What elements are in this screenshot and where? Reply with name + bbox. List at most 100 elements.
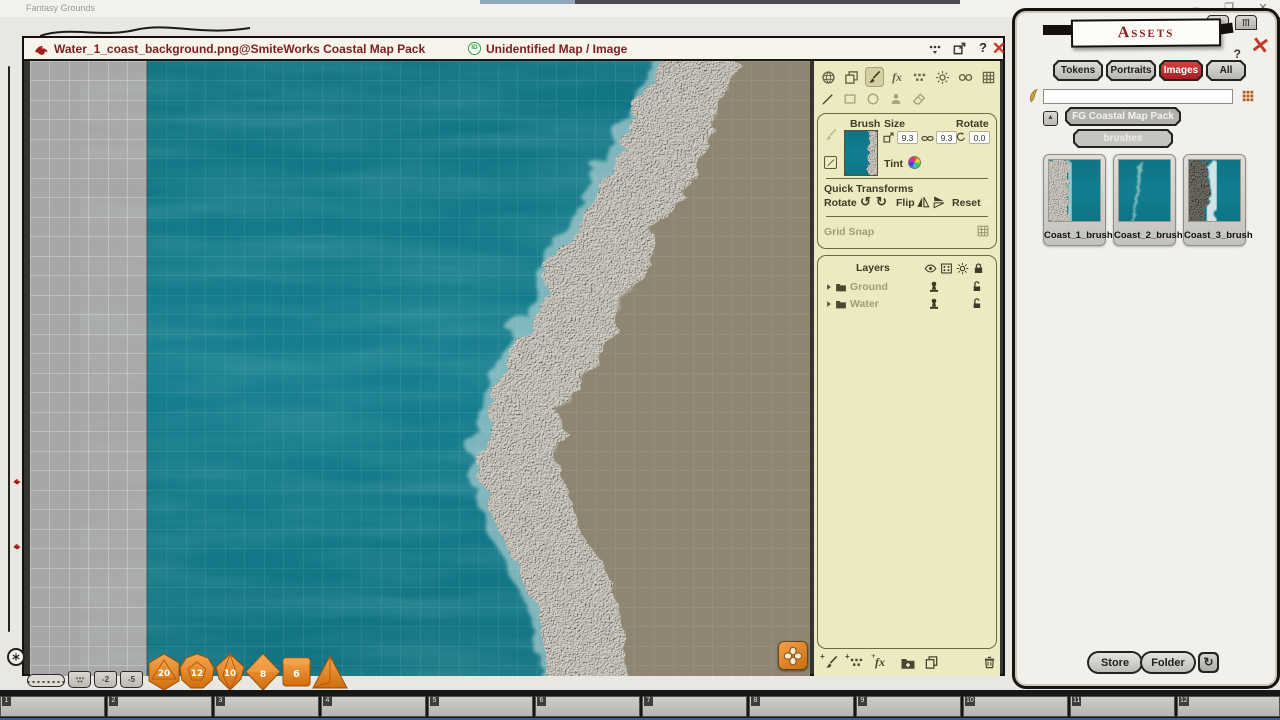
refresh-assets-button[interactable]: ↻ — [1198, 652, 1219, 673]
asset-coast-2-brush[interactable]: Coast_2_brush — [1113, 154, 1176, 246]
flip-vertical-button[interactable] — [932, 195, 946, 209]
tab-tokens[interactable]: Tokens — [1053, 60, 1103, 81]
hotkey-slot[interactable]: 3 — [214, 696, 319, 717]
hotkey-slot[interactable]: 8 — [749, 696, 854, 717]
hotkey-slot[interactable]: 4 — [321, 696, 426, 717]
tab-images[interactable]: Images — [1159, 60, 1203, 81]
expand-chevron-icon[interactable] — [824, 282, 834, 292]
effects-mode-button[interactable]: fx — [888, 67, 907, 87]
brush-tool-icon[interactable] — [824, 128, 838, 142]
brush-size-height-input[interactable] — [936, 131, 957, 144]
module-tab-button[interactable] — [1235, 15, 1257, 30]
assets-close-button[interactable]: ✕ — [1249, 34, 1270, 58]
tab-all[interactable]: All — [1206, 60, 1246, 81]
popout-icon[interactable] — [952, 41, 970, 59]
d10-die[interactable]: 10 — [216, 654, 244, 690]
layers-mode-button[interactable] — [842, 67, 861, 87]
add-folder-button[interactable] — [900, 655, 916, 671]
lock-icon[interactable] — [972, 262, 985, 275]
tint-color-wheel[interactable] — [908, 156, 921, 169]
mask-mode-button[interactable] — [956, 67, 975, 87]
brush-preview[interactable] — [844, 130, 878, 176]
folder-button[interactable]: Folder — [1140, 651, 1196, 674]
radial-menu-button[interactable] — [7, 648, 25, 666]
freehand-tool-button[interactable] — [818, 91, 835, 107]
grid-mode-button[interactable] — [979, 67, 998, 87]
hotkey-slot[interactable]: 6 — [535, 696, 640, 717]
add-stamp-button[interactable]: + — [849, 655, 864, 670]
add-effect-button[interactable]: +fx — [875, 655, 885, 670]
map-window: Water_1_coast_background.png@SmiteWorks … — [22, 36, 1005, 676]
sidebar-marker-icon[interactable] — [13, 542, 22, 551]
hotkey-slot[interactable]: 5 — [428, 696, 533, 717]
eraser-tool-button[interactable] — [910, 91, 927, 107]
grid-snap-toggle[interactable] — [976, 224, 990, 238]
pack-folder-button[interactable]: FG Coastal Map Pack — [1065, 107, 1181, 126]
lighting-mode-button[interactable] — [933, 67, 952, 87]
d6-die[interactable]: 6 — [283, 658, 310, 686]
unlock-icon[interactable] — [970, 280, 983, 293]
brushes-folder-button[interactable]: brushes — [1073, 129, 1173, 148]
panel-footer-toolbar: + + +fx — [818, 655, 996, 675]
expand-chevron-icon[interactable] — [824, 299, 834, 309]
assets-help-button[interactable]: ? — [1234, 47, 1241, 61]
d4-die[interactable] — [313, 656, 347, 688]
sidebar-marker-icon[interactable] — [13, 477, 22, 486]
link-dimensions-icon[interactable] — [921, 132, 934, 145]
layer-light-icon[interactable] — [956, 262, 969, 275]
hotkey-slot[interactable]: 10 — [963, 696, 1068, 717]
flip-horizontal-button[interactable] — [916, 195, 930, 209]
rotate-icon — [955, 131, 967, 143]
add-brush-button[interactable]: + — [824, 655, 839, 670]
rotate-ccw-button[interactable]: ↺ — [860, 195, 871, 209]
map-close-button[interactable]: ✕ — [990, 40, 1008, 58]
asset-coast-1-brush[interactable]: Coast_1_brush — [1043, 154, 1106, 246]
view-grid-button[interactable] — [1239, 87, 1257, 105]
brush-label: Brush — [850, 118, 880, 130]
modifier-stack[interactable] — [27, 674, 65, 687]
hotkey-slot[interactable]: 9 — [856, 696, 961, 717]
unlock-icon[interactable] — [970, 297, 983, 310]
delete-button[interactable] — [982, 655, 997, 670]
hotkey-slot[interactable]: 1 — [0, 696, 105, 717]
hotkey-bar: 1 2 3 4 5 6 7 8 9 10 11 12 — [0, 690, 1280, 718]
hotkey-slot[interactable]: 11 — [1070, 696, 1175, 717]
d8-die[interactable]: 8 — [246, 654, 280, 690]
tint-label: Tint — [884, 158, 903, 170]
coastal-map-canvas[interactable] — [30, 61, 810, 676]
copy-button[interactable] — [924, 655, 939, 670]
token-tool-button[interactable] — [887, 91, 904, 107]
modifier-slot-button[interactable]: -5 — [120, 671, 143, 688]
store-button[interactable]: Store — [1087, 651, 1143, 674]
layer-image-icon[interactable] — [940, 262, 953, 275]
modifier-slot-button[interactable] — [68, 671, 91, 688]
tokens-mode-button[interactable] — [819, 67, 838, 87]
pattern-mode-button[interactable] — [911, 67, 930, 87]
rotate-cw-button[interactable]: ↻ — [876, 195, 887, 209]
modifier-slot-button[interactable]: -2 — [94, 671, 117, 688]
d20-die[interactable]: 20 — [149, 654, 179, 690]
paint-layer-icon[interactable] — [927, 280, 941, 294]
map-radial-menu-button[interactable] — [778, 641, 808, 670]
asset-search-input[interactable] — [1043, 89, 1233, 104]
asset-thumbnail — [1048, 159, 1101, 222]
layer-row-ground[interactable]: Ground — [822, 280, 994, 295]
collapse-tree-button[interactable]: ▲ — [1043, 111, 1058, 126]
rectangle-tool-button[interactable] — [841, 91, 858, 107]
brush-edit-icon[interactable] — [824, 156, 837, 169]
d12-die[interactable]: 12 — [180, 654, 214, 688]
visibility-icon[interactable] — [924, 262, 937, 275]
paint-layer-icon[interactable] — [927, 297, 941, 311]
hotkey-slot[interactable]: 12 — [1177, 696, 1280, 717]
brush-rotate-input[interactable] — [969, 131, 990, 144]
asset-coast-3-brush[interactable]: Coast_3_brush — [1183, 154, 1246, 246]
layer-row-water[interactable]: Water — [822, 297, 994, 312]
tab-portraits[interactable]: Portraits — [1106, 60, 1156, 81]
hotkey-slot[interactable]: 2 — [107, 696, 212, 717]
circle-tool-button[interactable] — [864, 91, 881, 107]
brush-size-width-input[interactable] — [897, 131, 918, 144]
paint-mode-button[interactable] — [865, 67, 884, 87]
hotkey-slot[interactable]: 7 — [642, 696, 747, 717]
map-window-titlebar[interactable]: Water_1_coast_background.png@SmiteWorks … — [24, 38, 1003, 61]
window-menu-icon[interactable] — [927, 41, 945, 59]
